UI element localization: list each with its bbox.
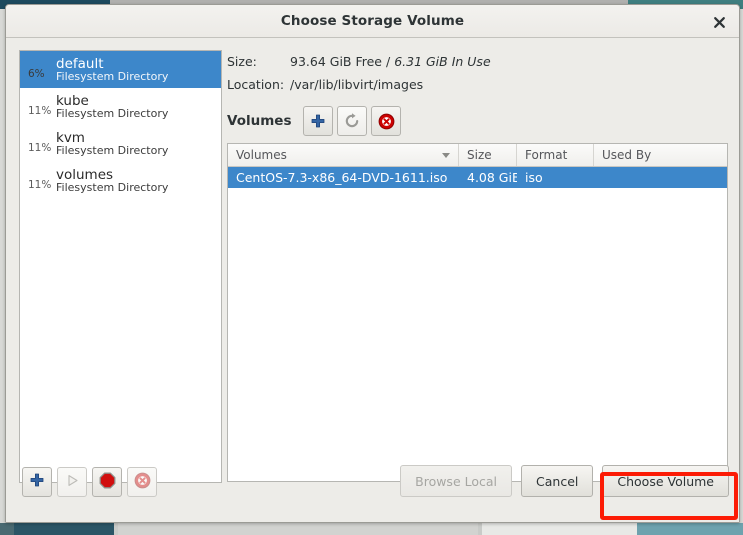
pool-list-item-kvm[interactable]: 11% kvm Filesystem Directory	[20, 125, 221, 162]
dialog-body: 6% default Filesystem Directory 11% kube…	[6, 38, 739, 522]
pool-item-text: default Filesystem Directory	[56, 56, 168, 83]
column-header-label: Used By	[602, 148, 652, 162]
pool-name: default	[56, 55, 104, 72]
volumes-table[interactable]: Volumes Size Format Used By CentOS-7.3-x…	[227, 143, 728, 482]
size-label: Size:	[227, 54, 257, 69]
pool-size-value: 93.64 GiB Free / 6.31 GiB In Use	[290, 54, 491, 69]
dialog-title: Choose Storage Volume	[280, 13, 465, 29]
choose-volume-button[interactable]: Choose Volume	[602, 465, 729, 497]
column-header-volumes[interactable]: Volumes	[228, 144, 459, 166]
volume-format: iso	[525, 170, 543, 185]
plus-icon	[29, 472, 45, 492]
pool-item-text: volumes Filesystem Directory	[56, 167, 168, 194]
delete-circle-icon	[378, 113, 395, 130]
column-header-format[interactable]: Format	[517, 144, 594, 166]
pool-usage-percent: 11%	[28, 105, 52, 117]
background-bottom-segment-1	[0, 523, 14, 535]
stop-pool-button[interactable]	[92, 467, 122, 497]
volume-name: CentOS-7.3-x86_64-DVD-1611.iso	[236, 170, 448, 185]
column-header-label: Size	[467, 148, 492, 162]
pool-type: Filesystem Directory	[56, 70, 169, 84]
pool-name: volumes	[56, 166, 114, 183]
pool-list-item-kube[interactable]: 11% kube Filesystem Directory	[20, 88, 221, 125]
column-header-size[interactable]: Size	[459, 144, 517, 166]
pool-type: Filesystem Directory	[56, 181, 169, 195]
browse-local-button[interactable]: Browse Local	[400, 465, 513, 497]
table-row[interactable]: CentOS-7.3-x86_64-DVD-1611.iso 4.08 GiB …	[228, 167, 727, 188]
volumes-toolbar: Volumes	[227, 105, 728, 137]
storage-pool-list[interactable]: 6% default Filesystem Directory 11% kube…	[19, 50, 222, 483]
play-icon	[65, 473, 80, 492]
pool-type: Filesystem Directory	[56, 107, 169, 121]
volume-size: 4.08 GiB	[467, 170, 517, 185]
refresh-icon	[343, 112, 361, 130]
size-separator: /	[385, 54, 391, 69]
dialog-titlebar: Choose Storage Volume	[6, 5, 739, 38]
column-header-label: Format	[525, 148, 568, 162]
pool-size-row: Size: 93.64 GiB Free / 6.31 GiB In Use	[227, 50, 728, 73]
location-value: /var/lib/libvirt/images	[290, 77, 424, 92]
start-pool-button[interactable]	[57, 467, 87, 497]
pool-usage-percent: 6%	[28, 68, 45, 80]
pool-details-panel: Size: 93.64 GiB Free / 6.31 GiB In Use L…	[227, 50, 728, 483]
pool-usage-percent: 11%	[28, 142, 52, 154]
choose-storage-volume-dialog: Choose Storage Volume 6% default Filesys…	[5, 4, 740, 523]
pool-location-row: Location: /var/lib/libvirt/images	[227, 73, 728, 96]
plus-icon	[310, 113, 326, 129]
background-bottom-segment-5	[637, 523, 743, 535]
add-pool-button[interactable]	[22, 467, 52, 497]
chevron-down-icon	[442, 153, 450, 158]
delete-volume-button[interactable]	[371, 106, 402, 136]
stop-icon	[99, 472, 116, 493]
volumes-label: Volumes	[227, 113, 292, 129]
pool-list-item-default[interactable]: 6% default Filesystem Directory	[20, 51, 221, 88]
pool-action-toolbar	[22, 467, 162, 497]
background-bottom-segment-4	[482, 523, 637, 535]
dialog-action-buttons: Browse Local Cancel Choose Volume	[391, 465, 729, 497]
location-label: Location:	[227, 77, 285, 92]
column-header-used-by[interactable]: Used By	[594, 144, 727, 166]
volumes-table-header: Volumes Size Format Used By	[228, 144, 727, 167]
pool-item-text: kvm Filesystem Directory	[56, 130, 168, 157]
pool-name: kvm	[56, 129, 85, 146]
background-bottom-segment-2	[14, 523, 114, 535]
refresh-volumes-button[interactable]	[337, 106, 368, 136]
cancel-button[interactable]: Cancel	[521, 465, 594, 497]
pool-list-item-volumes[interactable]: 11% volumes Filesystem Directory	[20, 162, 221, 199]
delete-pool-button[interactable]	[127, 467, 157, 497]
close-icon[interactable]	[709, 12, 729, 32]
delete-circle-icon	[134, 472, 151, 493]
size-in-use-value: 6.31 GiB In Use	[394, 54, 491, 69]
size-free-value: 93.64 GiB Free	[290, 54, 382, 69]
pool-usage-percent: 11%	[28, 179, 52, 191]
background-bottom-segment-3	[118, 523, 478, 535]
add-volume-button[interactable]	[303, 106, 334, 136]
dialog-footer: Browse Local Cancel Choose Volume	[6, 458, 739, 522]
pool-type: Filesystem Directory	[56, 144, 169, 158]
pool-name: kube	[56, 92, 89, 109]
pool-item-text: kube Filesystem Directory	[56, 93, 168, 120]
column-header-label: Volumes	[236, 148, 287, 162]
